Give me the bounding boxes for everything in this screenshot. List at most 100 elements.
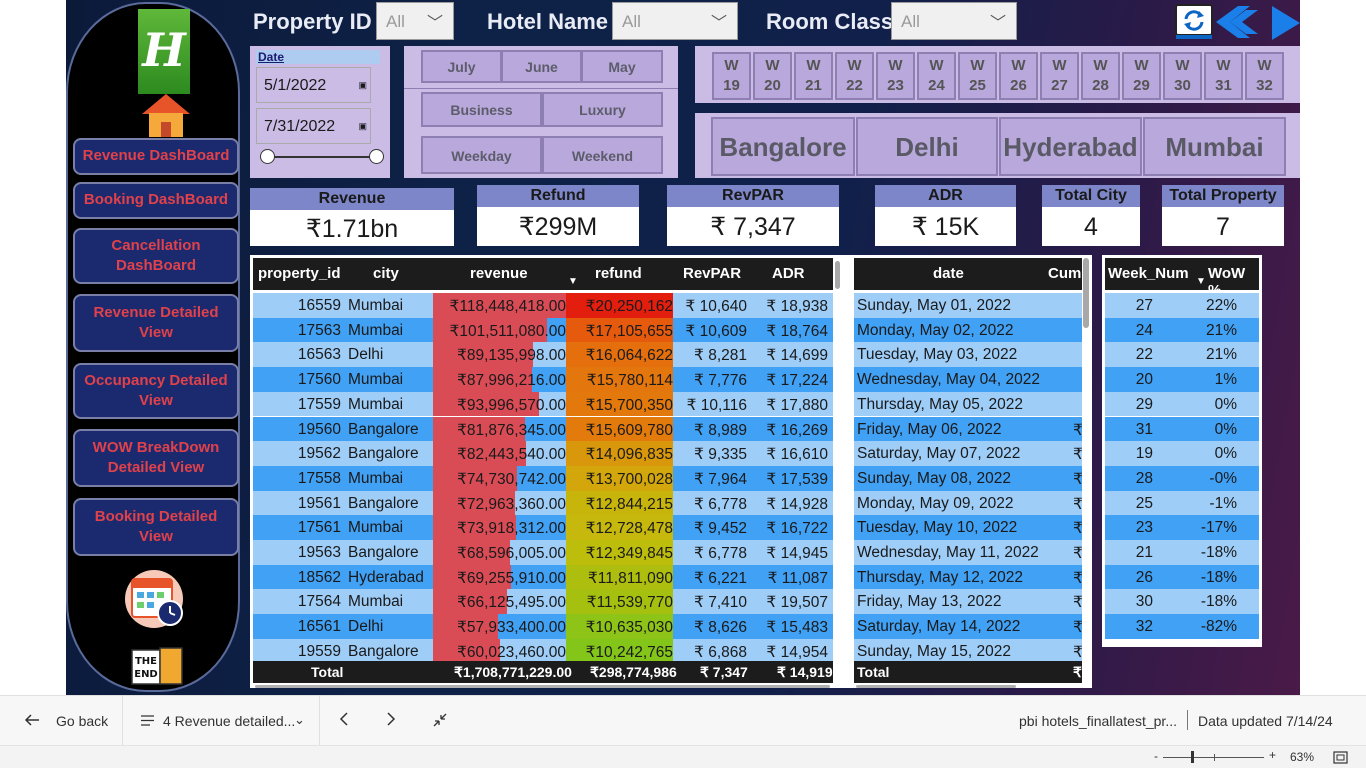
week-button[interactable]: W 27 xyxy=(1040,52,1079,100)
nav-booking-dashboard[interactable]: Booking DashBoard xyxy=(73,182,239,219)
back-arrow-icon[interactable] xyxy=(1216,6,1260,38)
date-row[interactable]: Saturday, May 14, 2022 ₹ xyxy=(854,614,1083,639)
wow-row[interactable]: 22 21% xyxy=(1105,342,1259,368)
date-row[interactable]: Wednesday, May 04, 2022 xyxy=(854,367,1082,392)
nav-revenue-dashboard[interactable]: Revenue DashBoard xyxy=(73,138,239,175)
table-row[interactable]: 17564 Mumbai ₹66,125,495.00 ₹11,539,770 ₹ 7,… xyxy=(253,589,833,615)
col-header-adr[interactable]: ADR xyxy=(772,265,805,282)
wow-row[interactable]: 26 -18% xyxy=(1105,564,1259,590)
table-row[interactable]: 18562 Hyderabad ₹69,255,910.00 ₹11,811,090 ₹… xyxy=(253,564,833,590)
date-row[interactable]: Sunday, May 15, 2022 ₹ xyxy=(854,638,1083,664)
month-may-button[interactable]: May xyxy=(581,50,663,83)
week-button[interactable]: W 24 xyxy=(917,52,956,100)
home-icon[interactable] xyxy=(140,92,192,138)
table-row[interactable]: 17561 Mumbai ₹73,918,312.00 ₹12,728,478 ₹ 9,… xyxy=(253,515,833,540)
nav-occupancy-detailed-view[interactable]: Occupancy Detailed View xyxy=(73,363,239,419)
month-june-button[interactable]: June xyxy=(501,50,582,83)
col-header-date[interactable]: date xyxy=(933,265,964,282)
zoom-out-button[interactable]: - xyxy=(1154,749,1158,763)
start-date-input[interactable]: 5/1/2022 ▣ xyxy=(256,67,371,103)
date-row[interactable]: Thursday, May 12, 2022 ₹ xyxy=(854,564,1083,590)
end-date-input[interactable]: 7/31/2022 ▣ xyxy=(256,108,371,144)
wow-row[interactable]: 21 -18% xyxy=(1105,540,1259,565)
week-button[interactable]: W 25 xyxy=(958,52,997,100)
wow-row[interactable]: 30 -18% xyxy=(1105,589,1259,615)
table-row[interactable]: 17558 Mumbai ₹74,730,742.00 ₹13,700,028 ₹ 7,… xyxy=(253,465,833,491)
nav-booking-detailed-view[interactable]: Booking Detailed View xyxy=(73,498,239,556)
date-row[interactable]: Friday, May 13, 2022 ₹ xyxy=(854,589,1083,615)
month-july-button[interactable]: July xyxy=(421,50,502,83)
city-bangalore-button[interactable]: Bangalore xyxy=(711,117,855,176)
wow-row[interactable]: 27 22% xyxy=(1105,293,1259,318)
table-row[interactable]: 19559 Bangalore ₹60,023,460.00 ₹10,242,765 ₹… xyxy=(253,638,833,664)
hotel-name-dropdown[interactable]: All ﹀ xyxy=(612,2,738,40)
wow-row[interactable]: 24 21% xyxy=(1105,317,1259,343)
date-row[interactable]: Wednesday, May 11, 2022 ₹ xyxy=(854,540,1083,565)
file-name[interactable]: pbi hotels_finallatest_pr... xyxy=(1019,713,1177,729)
date-row[interactable]: Saturday, May 07, 2022 ₹ xyxy=(854,441,1083,466)
wow-row[interactable]: 29 0% xyxy=(1105,391,1259,417)
back-arrow-icon[interactable] xyxy=(24,713,40,727)
refresh-icon[interactable] xyxy=(1175,4,1213,40)
wow-row[interactable]: 32 -82% xyxy=(1105,614,1259,639)
date-horizontal-scrollbar[interactable] xyxy=(856,685,1016,688)
horizontal-scrollbar[interactable] xyxy=(255,685,830,688)
zoom-in-button[interactable]: + xyxy=(1269,748,1276,762)
table-row[interactable]: 19562 Bangalore ₹82,443,540.00 ₹14,096,835 ₹… xyxy=(253,441,833,466)
date-range-start-handle[interactable] xyxy=(260,149,275,164)
nav-cancellation-dashboard[interactable]: Cancellation DashBoard xyxy=(73,228,239,284)
forward-arrow-icon[interactable] xyxy=(1272,6,1300,40)
property-id-dropdown[interactable]: All ﹀ xyxy=(376,2,454,40)
nav-revenue-detailed-view[interactable]: Revenue Detailed View xyxy=(73,294,239,352)
exit-fullscreen-icon[interactable] xyxy=(433,713,447,727)
week-button[interactable]: W 28 xyxy=(1081,52,1120,100)
week-button[interactable]: W 23 xyxy=(876,52,915,100)
table-row[interactable]: 19560 Bangalore ₹81,876,345.00 ₹15,609,780 ₹… xyxy=(253,416,833,442)
fit-to-page-icon[interactable] xyxy=(1333,751,1348,764)
wow-row[interactable]: 25 -1% xyxy=(1105,490,1259,516)
table-row[interactable]: 16561 Delhi ₹57,933,400.00 ₹10,635,030 ₹ 8,6… xyxy=(253,614,833,639)
go-back-button[interactable]: Go back xyxy=(56,713,108,729)
calendar-clock-icon[interactable] xyxy=(124,569,186,629)
date-scrollbar-thumb[interactable] xyxy=(1083,258,1089,328)
page-selector-dropdown[interactable]: 4 Revenue detailed... xyxy=(163,713,295,729)
col-header-property-id[interactable]: property_id xyxy=(258,265,341,282)
date-range-end-handle[interactable] xyxy=(369,149,384,164)
week-button[interactable]: W 32 xyxy=(1245,52,1284,100)
week-button[interactable]: W 21 xyxy=(794,52,833,100)
table-row[interactable]: 19563 Bangalore ₹68,596,005.00 ₹12,349,845 ₹… xyxy=(253,540,833,565)
category-luxury-button[interactable]: Luxury xyxy=(542,92,663,127)
date-row[interactable]: Monday, May 02, 2022 xyxy=(854,317,1082,343)
week-button[interactable]: W 31 xyxy=(1204,52,1243,100)
previous-page-icon[interactable] xyxy=(339,712,349,726)
week-button[interactable]: W 29 xyxy=(1122,52,1161,100)
col-header-city[interactable]: city xyxy=(373,265,399,282)
next-page-icon[interactable] xyxy=(386,712,396,726)
table-row[interactable]: 16563 Delhi ₹89,135,998.00 ₹16,064,622 ₹ 8,2… xyxy=(253,342,833,368)
wow-row[interactable]: 31 0% xyxy=(1105,416,1259,442)
room-class-dropdown[interactable]: All ﹀ xyxy=(891,2,1017,40)
table-row[interactable]: 19561 Bangalore ₹72,963,360.00 ₹12,844,215 ₹… xyxy=(253,490,833,516)
date-row[interactable]: Friday, May 06, 2022 ₹ xyxy=(854,416,1083,442)
table-row[interactable]: 16559 Mumbai ₹118,448,418.00 ₹20,250,162 ₹ 1… xyxy=(253,293,833,318)
col-header-refund[interactable]: refund xyxy=(595,265,642,282)
week-button[interactable]: W 22 xyxy=(835,52,874,100)
vertical-scrollbar-thumb[interactable] xyxy=(835,261,840,289)
chevron-down-icon[interactable]: ⌄ xyxy=(294,712,305,728)
col-header-week-num[interactable]: Week_Num xyxy=(1108,265,1189,282)
category-weekend-button[interactable]: Weekend xyxy=(542,136,663,174)
date-row[interactable]: Sunday, May 08, 2022 ₹ xyxy=(854,465,1083,491)
city-delhi-button[interactable]: Delhi xyxy=(856,117,998,176)
date-row[interactable]: Tuesday, May 10, 2022 ₹ xyxy=(854,515,1083,540)
nav-wow-breakdown-view[interactable]: WOW BreakDown Detailed View xyxy=(73,429,239,487)
wow-row[interactable]: 28 -0% xyxy=(1105,465,1259,491)
week-button[interactable]: W 26 xyxy=(999,52,1038,100)
week-button[interactable]: W 19 xyxy=(712,52,751,100)
category-weekday-button[interactable]: Weekday xyxy=(421,136,542,174)
col-header-revpar[interactable]: RevPAR xyxy=(683,265,741,282)
date-row[interactable]: Monday, May 09, 2022 ₹ xyxy=(854,490,1083,516)
col-header-revenue[interactable]: revenue xyxy=(470,265,528,282)
week-button[interactable]: W 20 xyxy=(753,52,792,100)
wow-row[interactable]: 19 0% xyxy=(1105,441,1259,466)
date-row[interactable]: Tuesday, May 03, 2022 xyxy=(854,342,1082,368)
